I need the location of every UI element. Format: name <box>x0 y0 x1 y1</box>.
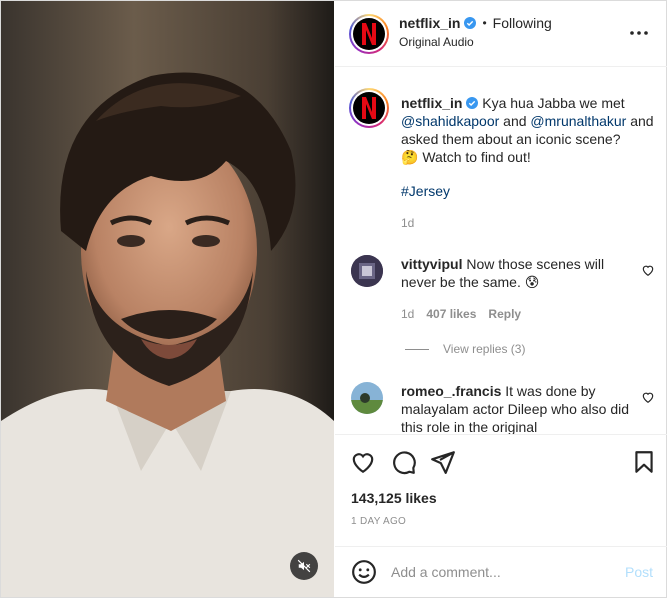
add-comment-bar: Post <box>335 546 667 597</box>
comment-like-heart-icon[interactable] <box>641 390 655 404</box>
netflix-logo-icon <box>353 18 385 50</box>
comment-text: romeo_.francis It was done by malayalam … <box>401 383 629 434</box>
verified-icon <box>466 97 479 109</box>
video-frame <box>1 1 334 597</box>
commenter-avatar[interactable] <box>351 382 383 414</box>
avatar[interactable] <box>349 14 389 54</box>
mention-link[interactable]: @shahidkapoor <box>401 113 499 129</box>
caption-text: netflix_in Kya hua Jabba we met @shahidk… <box>401 95 654 165</box>
netflix-logo-icon <box>353 92 385 124</box>
comment-meta: 1d 407 likes Reply <box>401 307 521 321</box>
post-video[interactable] <box>1 1 334 597</box>
separator: • <box>482 16 487 30</box>
post-actions: 143,125 likes 1 DAY AGO <box>335 434 667 546</box>
verified-icon <box>464 17 477 29</box>
more-options-icon[interactable] <box>629 25 649 41</box>
comment-like-heart-icon[interactable] <box>641 263 655 277</box>
post-comment-button[interactable]: Post <box>625 564 653 580</box>
caption-timestamp[interactable]: 1d <box>401 216 414 230</box>
caption-avatar[interactable] <box>349 88 389 128</box>
share-icon[interactable] <box>430 449 456 475</box>
instagram-post: netflix_in • Following Original Audio ne… <box>0 0 667 598</box>
bookmark-icon[interactable] <box>631 449 657 475</box>
post-timestamp[interactable]: 1 DAY AGO <box>351 516 406 527</box>
author-username[interactable]: netflix_in <box>399 15 460 31</box>
view-replies-button[interactable]: View replies (3) <box>405 342 525 356</box>
comment-username[interactable]: romeo_.francis <box>401 383 501 399</box>
caption-username[interactable]: netflix_in <box>401 95 462 111</box>
emoji-icon[interactable] <box>351 559 377 585</box>
post-header: netflix_in • Following Original Audio <box>335 1 667 67</box>
divider <box>405 348 429 350</box>
hashtag-link[interactable]: #Jersey <box>401 183 450 199</box>
mute-icon <box>297 559 311 573</box>
heart-icon[interactable] <box>350 449 376 475</box>
following-button[interactable]: Following <box>493 15 552 31</box>
mute-button[interactable] <box>290 552 318 580</box>
comment-likes[interactable]: 407 likes <box>426 307 476 321</box>
reply-button[interactable]: Reply <box>488 307 521 321</box>
audio-label[interactable]: Original Audio <box>399 35 552 49</box>
comment-username[interactable]: vittyvipul <box>401 256 462 272</box>
comment-text: vittyvipul Now those scenes will never b… <box>401 256 605 290</box>
mention-link[interactable]: @mrunalthakur <box>530 113 626 129</box>
comment-timestamp[interactable]: 1d <box>401 307 414 321</box>
commenter-avatar[interactable] <box>351 255 383 287</box>
comment-input[interactable] <box>391 559 611 585</box>
post-sidebar: netflix_in • Following Original Audio ne… <box>335 1 667 597</box>
likes-count[interactable]: 143,125 likes <box>351 490 437 506</box>
comment-icon[interactable] <box>391 449 417 475</box>
comments-section[interactable]: netflix_in Kya hua Jabba we met @shahidk… <box>335 68 667 434</box>
